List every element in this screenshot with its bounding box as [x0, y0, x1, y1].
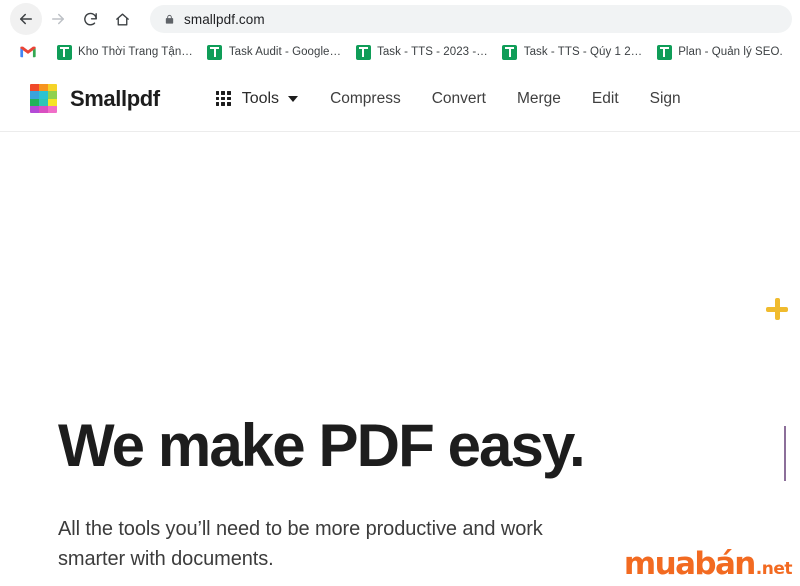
reload-icon: [82, 11, 99, 28]
back-button[interactable]: [10, 3, 42, 35]
grid-dots-icon: [215, 91, 231, 106]
google-sheets-icon: [56, 44, 72, 60]
google-sheets-icon: [502, 44, 518, 60]
tools-menu-label: Tools: [241, 89, 280, 107]
nav-link-merge[interactable]: Merge: [517, 90, 561, 108]
page-viewport: Smallpdf Tools Compress Convert Merge Ed…: [0, 66, 800, 586]
smallpdf-logo-icon: [30, 84, 57, 113]
nav-link-edit[interactable]: Edit: [592, 90, 619, 108]
hero-section: We make PDF easy. All the tools you’ll n…: [0, 132, 800, 586]
forward-button[interactable]: [42, 3, 74, 35]
bookmark-task-tts-quy1[interactable]: Task - TTS - Qúy 1 2…: [502, 44, 642, 60]
bookmark-label: Kho Thời Trang Tận…: [78, 46, 193, 58]
page-title: We make PDF easy.: [58, 412, 586, 479]
bookmark-task-audit[interactable]: Task Audit - Google…: [207, 44, 341, 60]
address-bar-url: smallpdf.com: [184, 11, 265, 27]
address-bar[interactable]: smallpdf.com: [150, 5, 792, 33]
smallpdf-logo-link[interactable]: Smallpdf: [30, 84, 160, 113]
gmail-icon: [20, 44, 36, 60]
google-sheets-icon: [355, 44, 371, 60]
primary-nav: Compress Convert Merge Edit Sign: [330, 90, 681, 108]
bookmark-gmail[interactable]: [20, 44, 42, 60]
home-icon: [114, 11, 131, 28]
chevron-down-icon: [288, 95, 299, 102]
hero-subtitle: All the tools you’ll need to be more pro…: [58, 518, 543, 570]
google-sheets-icon: [207, 44, 223, 60]
bookmark-label: Task - TTS - 2023 -…: [377, 46, 488, 58]
lock-icon: [164, 13, 175, 26]
bookmark-label: Task - TTS - Qúy 1 2…: [523, 46, 643, 58]
browser-toolbar: smallpdf.com: [0, 0, 800, 38]
bookmark-label: Plan - Quản lý SEO.: [678, 46, 783, 58]
site-header: Smallpdf Tools Compress Convert Merge Ed…: [0, 66, 800, 132]
home-button[interactable]: [106, 3, 138, 35]
bookmark-kho-thoi-trang[interactable]: Kho Thời Trang Tận…: [56, 44, 193, 60]
tools-menu-button[interactable]: Tools: [215, 89, 299, 108]
nav-link-compress[interactable]: Compress: [330, 90, 401, 108]
browser-window: smallpdf.com Kho Thời Trang Tận… Task Au…: [0, 0, 800, 586]
nav-link-convert[interactable]: Convert: [432, 90, 486, 108]
reload-button[interactable]: [74, 3, 106, 35]
google-sheets-icon: [656, 44, 672, 60]
nav-link-sign[interactable]: Sign: [650, 90, 681, 108]
arrow-right-icon: [49, 10, 67, 28]
brand-name: Smallpdf: [70, 85, 160, 111]
bookmark-label: Task Audit - Google…: [228, 46, 342, 58]
bookmarks-bar: Kho Thời Trang Tận… Task Audit - Google……: [0, 38, 800, 66]
bookmark-task-tts-2023[interactable]: Task - TTS - 2023 -…: [355, 44, 488, 60]
bookmark-plan-quan-ly-seo[interactable]: Plan - Quản lý SEO.: [656, 44, 783, 60]
arrow-left-icon: [17, 10, 35, 28]
